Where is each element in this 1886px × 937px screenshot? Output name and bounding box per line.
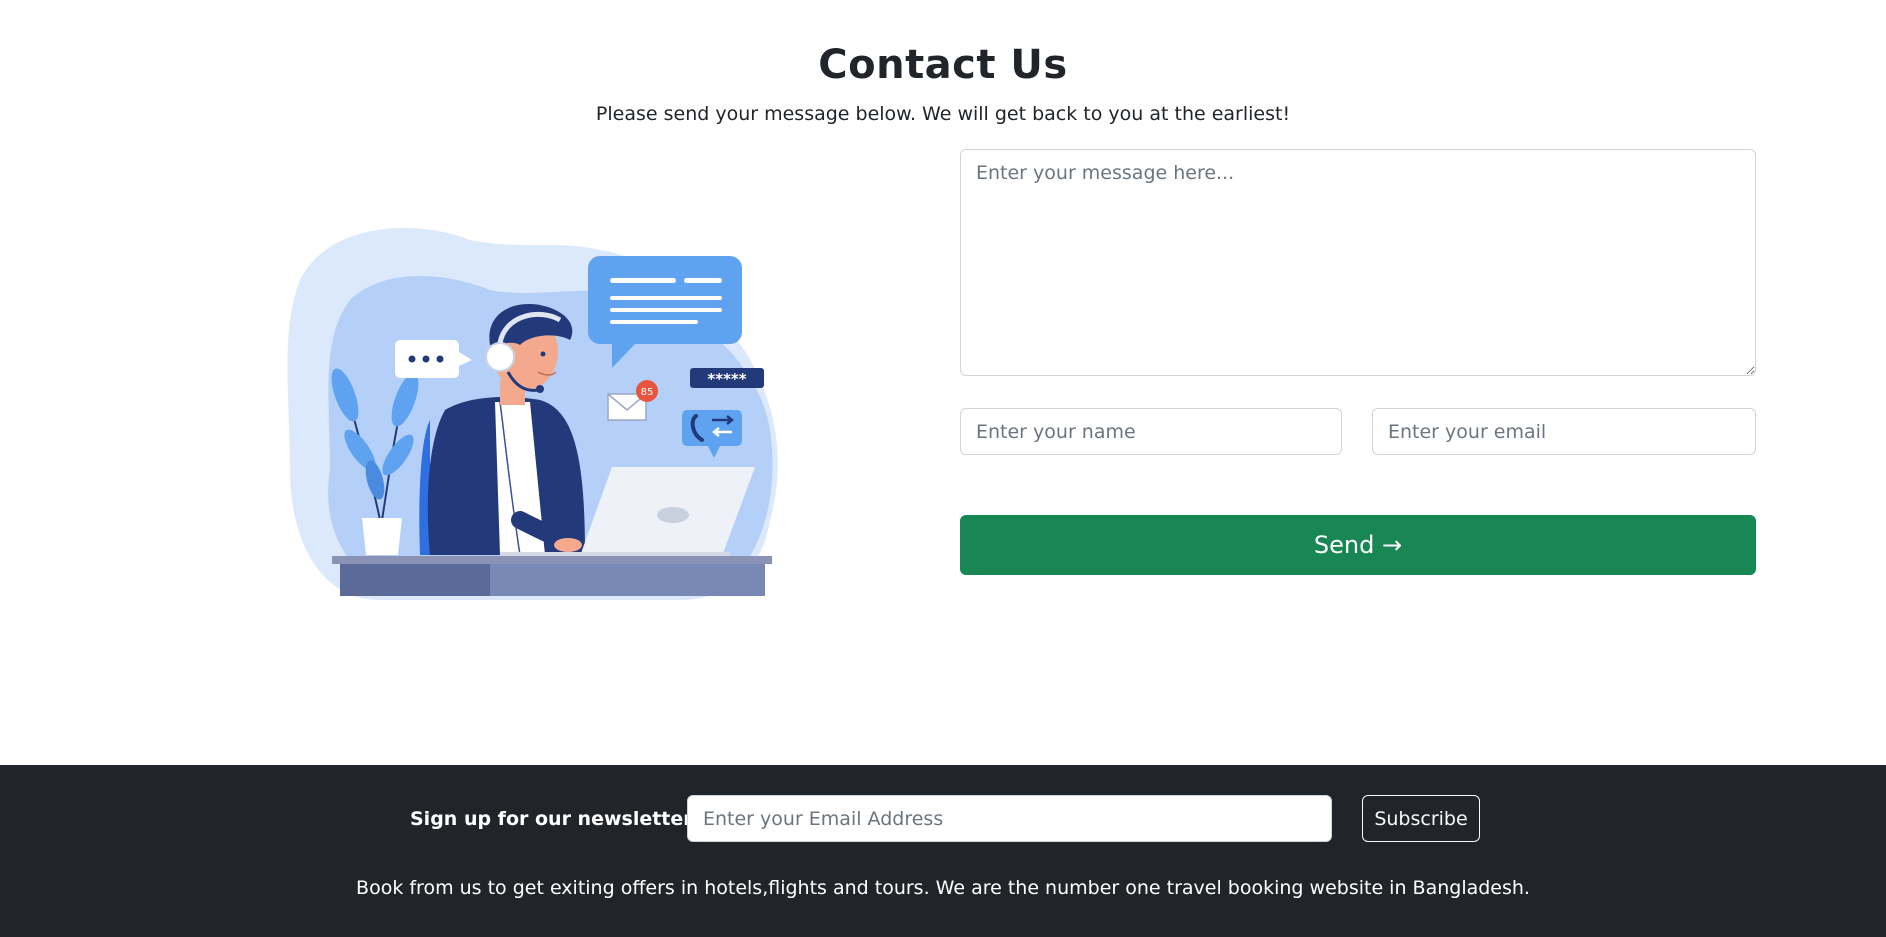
- newsletter-label: Sign up for our newsletter: [410, 808, 693, 830]
- footer: Sign up for our newsletter Subscribe Boo…: [0, 765, 1886, 937]
- customer-support-illustration: ***** 85: [287, 228, 778, 600]
- email-input[interactable]: [1372, 408, 1756, 455]
- subscribe-button[interactable]: Subscribe: [1362, 795, 1480, 842]
- desk-icon: [332, 556, 772, 596]
- svg-text:85: 85: [641, 387, 654, 398]
- send-button[interactable]: Send →: [960, 515, 1756, 575]
- message-textarea[interactable]: [960, 149, 1756, 376]
- password-field-icon: *****: [690, 368, 764, 388]
- footer-tagline: Book from us to get exiting offers in ho…: [356, 877, 1530, 899]
- page-subtitle: Please send your message below. We will …: [595, 103, 1291, 125]
- page-title: Contact Us: [818, 42, 1068, 88]
- svg-text:*****: *****: [707, 370, 746, 388]
- newsletter-email-input[interactable]: [687, 795, 1332, 842]
- name-input[interactable]: [960, 408, 1342, 455]
